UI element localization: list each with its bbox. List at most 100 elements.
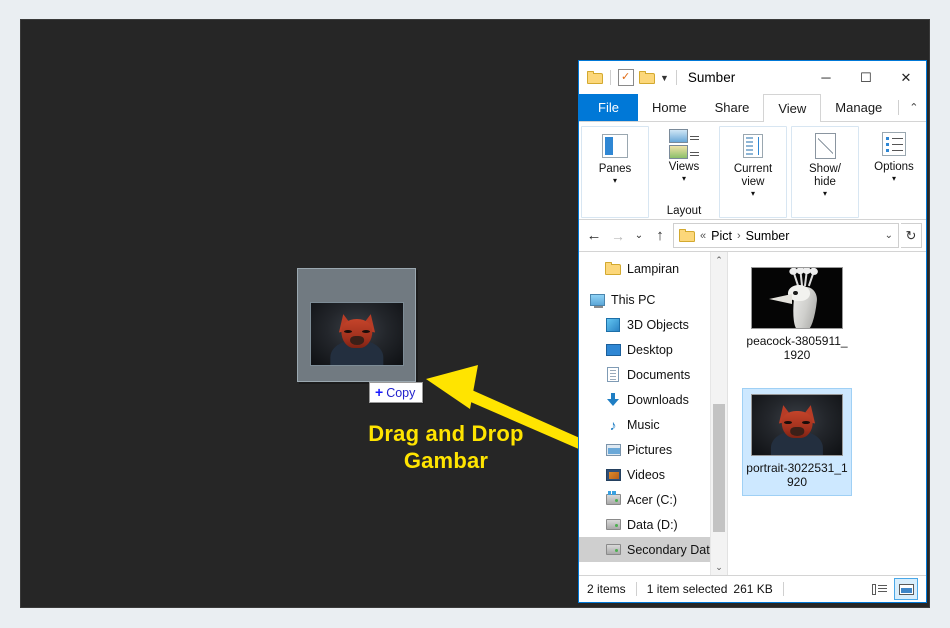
help-icon[interactable]: ? bbox=[927, 100, 928, 116]
tab-manage[interactable]: Manage bbox=[821, 94, 896, 121]
views-caret-icon[interactable]: ▾ bbox=[682, 175, 686, 183]
ribbon-group-show-hide: Show/ hide ▾ bbox=[791, 126, 859, 218]
minimize-button[interactable]: ─ bbox=[806, 61, 846, 94]
breadcrumb-overflow[interactable]: « bbox=[700, 230, 706, 242]
close-button[interactable]: ✕ bbox=[886, 61, 926, 94]
ribbon-item-show-hide[interactable]: Show/ hide ▾ bbox=[798, 131, 852, 198]
sidebar-item-acer-c[interactable]: Acer (C:) bbox=[579, 487, 727, 512]
pictures-icon bbox=[605, 442, 621, 458]
ribbon-item-current-view-label: Current view bbox=[733, 163, 773, 188]
back-button[interactable]: ← bbox=[583, 225, 605, 247]
drive-icon bbox=[605, 517, 621, 533]
sidebar-item-label: Desktop bbox=[627, 342, 673, 357]
file-thumbnail bbox=[751, 267, 843, 329]
tab-share[interactable]: Share bbox=[701, 94, 764, 121]
customize-dropdown-icon[interactable]: ▼ bbox=[660, 73, 669, 83]
refresh-button[interactable]: ↻ bbox=[901, 223, 922, 248]
properties-icon[interactable]: ✓ bbox=[618, 69, 634, 86]
folder-icon[interactable] bbox=[587, 71, 603, 84]
address-bar: ← → ⌄ ↑ « Pict › Sumber ⌄ ↻ bbox=[579, 220, 926, 252]
selection-info: 1 item selected bbox=[646, 582, 728, 596]
sidebar-item-label: Acer (C:) bbox=[627, 492, 677, 507]
caption-line-1: Drag and Drop bbox=[368, 421, 524, 446]
maximize-button[interactable]: ☐ bbox=[846, 61, 886, 94]
address-dropdown-icon[interactable]: ⌄ bbox=[879, 230, 893, 241]
file-thumbnail bbox=[751, 394, 843, 456]
breadcrumb-chevron-icon: › bbox=[736, 229, 741, 242]
selection-size: 261 KB bbox=[733, 582, 773, 596]
show-hide-caret-icon[interactable]: ▾ bbox=[823, 190, 827, 198]
collapse-ribbon-icon[interactable]: ⌃ bbox=[909, 101, 918, 114]
sidebar-item-3d-objects[interactable]: 3D Objects bbox=[579, 312, 727, 337]
3d-objects-icon bbox=[605, 317, 621, 333]
sidebar-item-label: Data (D:) bbox=[627, 517, 678, 532]
new-folder-icon[interactable] bbox=[639, 71, 655, 84]
scroll-up-icon[interactable]: ⌃ bbox=[711, 252, 727, 269]
sidebar-item-data-d[interactable]: Data (D:) bbox=[579, 512, 727, 537]
sidebar-item-pictures[interactable]: Pictures bbox=[579, 437, 727, 462]
qat-separator-2 bbox=[675, 70, 677, 85]
ribbon-item-options-label: Options bbox=[874, 161, 914, 173]
ribbon-panel: Panes ▾ Views ▾ Layout Current view ▾ Sh… bbox=[579, 122, 926, 220]
ribbon-item-panes[interactable]: Panes ▾ bbox=[588, 131, 642, 185]
up-button[interactable]: ↑ bbox=[649, 225, 671, 247]
status-bar: 2 items 1 item selected 261 KB bbox=[579, 575, 926, 602]
folder-icon bbox=[605, 261, 621, 277]
sidebar-item-desktop[interactable]: Desktop bbox=[579, 337, 727, 362]
sidebar-item-label: Music bbox=[627, 417, 660, 432]
current-view-caret-icon[interactable]: ▾ bbox=[751, 190, 755, 198]
portrait-artwork bbox=[752, 395, 842, 455]
sidebar-item-downloads[interactable]: Downloads bbox=[579, 387, 727, 412]
file-item-peacock[interactable]: peacock-3805911_1920 bbox=[742, 262, 852, 368]
ribbon-item-options[interactable]: Options ▾ bbox=[867, 129, 921, 183]
sidebar-item-music[interactable]: ♪ Music bbox=[579, 412, 727, 437]
status-separator bbox=[635, 582, 637, 596]
ribbon-item-panes-label: Panes bbox=[598, 163, 632, 175]
window-controls: ─ ☐ ✕ bbox=[806, 61, 926, 94]
breadcrumb-sumber[interactable]: Sumber bbox=[746, 229, 790, 243]
options-caret-icon[interactable]: ▾ bbox=[892, 175, 896, 183]
ribbon-item-current-view[interactable]: Current view ▾ bbox=[726, 131, 780, 198]
navigation-scrollbar[interactable]: ⌃ ⌄ bbox=[710, 252, 727, 576]
sidebar-item-this-pc[interactable]: This PC bbox=[579, 287, 727, 312]
status-separator-2 bbox=[782, 582, 784, 596]
forward-button[interactable]: → bbox=[607, 225, 629, 247]
slide-canvas: Drag and Drop Gambar + Copy ✓ ▼ Sumber ─… bbox=[20, 19, 930, 608]
documents-icon bbox=[605, 367, 621, 383]
sidebar-item-secondary-data[interactable]: Secondary Data bbox=[579, 537, 727, 562]
ribbon-group-options: Options ▾ bbox=[861, 125, 926, 219]
breadcrumb-pict[interactable]: Pict bbox=[711, 229, 732, 243]
tab-file[interactable]: File bbox=[579, 94, 638, 121]
desktop-icon bbox=[605, 342, 621, 358]
file-item-portrait[interactable]: portrait-3022531_1920 bbox=[742, 388, 852, 496]
navigation-pane: Lampiran This PC 3D Objects Desktop Docu… bbox=[579, 252, 728, 576]
quick-access-toolbar: ✓ ▼ bbox=[579, 69, 679, 86]
tab-view[interactable]: View bbox=[763, 94, 822, 122]
sidebar-item-videos[interactable]: Videos bbox=[579, 462, 727, 487]
qat-separator bbox=[610, 70, 611, 85]
peacock-artwork bbox=[752, 268, 842, 328]
breadcrumb[interactable]: « Pict › Sumber ⌄ bbox=[673, 223, 899, 248]
scrollbar-thumb[interactable] bbox=[713, 404, 725, 532]
options-icon bbox=[879, 129, 909, 159]
caption-text: Drag and Drop Gambar bbox=[321, 420, 571, 474]
scroll-down-icon[interactable]: ⌄ bbox=[711, 559, 727, 576]
file-list-pane[interactable]: peacock-3805911_1920 portrait-3022531_19… bbox=[728, 252, 926, 576]
drag-ghost-thumbnail bbox=[310, 302, 404, 366]
recent-locations-button[interactable]: ⌄ bbox=[631, 225, 647, 247]
views-icon bbox=[669, 129, 699, 159]
sidebar-item-label: 3D Objects bbox=[627, 317, 689, 332]
panes-caret-icon[interactable]: ▾ bbox=[613, 177, 617, 185]
sidebar-item-lampiran[interactable]: Lampiran bbox=[579, 256, 727, 281]
large-icons-view-icon[interactable] bbox=[894, 578, 918, 600]
copy-drop-hint: + Copy bbox=[369, 382, 424, 403]
sidebar-item-documents[interactable]: Documents bbox=[579, 362, 727, 387]
navigation-list: Lampiran This PC 3D Objects Desktop Docu… bbox=[579, 252, 727, 562]
copy-label: Copy bbox=[386, 386, 416, 400]
drag-ghost-preview[interactable] bbox=[297, 268, 416, 382]
ribbon-group-layout-label: Layout bbox=[666, 205, 702, 217]
caption-line-2: Gambar bbox=[403, 448, 489, 473]
tab-home[interactable]: Home bbox=[638, 94, 701, 121]
ribbon-item-views[interactable]: Views ▾ bbox=[657, 129, 711, 183]
details-view-icon[interactable] bbox=[868, 579, 890, 599]
